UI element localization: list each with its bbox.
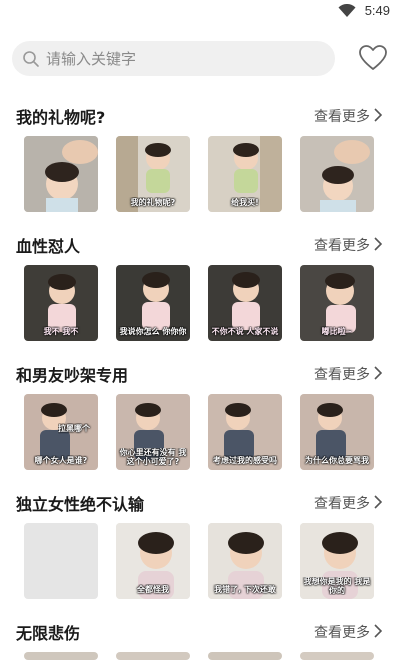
sticker-caption: 我错了, 下次还敢 [214,585,276,594]
sticker-caption: 我的礼物呢? [130,198,176,207]
view-more-link[interactable]: 查看更多 [314,493,370,513]
wifi-icon [338,4,356,17]
search-row: 请输入关键字 [12,41,388,77]
chevron-right-icon[interactable] [373,495,382,509]
sticker-thumbnail[interactable]: 你心里还有没有 我这个小可爱了? [116,394,190,470]
thumbnail-row: 我的礼物呢? 给我买! [24,136,376,212]
sticker-thumbnail-placeholder[interactable] [24,523,98,599]
sticker-caption: 我说你怎么 你你你 [119,327,187,336]
view-more-link[interactable]: 查看更多 [314,106,370,126]
sticker-caption: 考虑过我的感受吗 [213,456,277,465]
sticker-caption: 给我买! [231,198,259,207]
sticker-thumbnail[interactable]: 为什么你总要骂我 [300,394,374,470]
section-title: 无限悲伤 [16,624,81,643]
sticker-thumbnail[interactable]: 拉黑哪个 哪个女人是谁? [24,394,98,470]
sticker-thumbnail[interactable] [116,652,190,660]
sticker-thumbnail[interactable]: 我说你怎么 你你你 [116,265,190,341]
chevron-right-icon[interactable] [373,624,382,638]
view-more-link[interactable]: 查看更多 [314,622,370,642]
search-input[interactable]: 请输入关键字 [46,48,136,69]
sticker-thumbnail[interactable]: 不你不说 人家不说 [208,265,282,341]
sticker-thumbnail[interactable]: 考虑过我的感受吗 [208,394,282,470]
heart-icon[interactable] [358,44,388,72]
chevron-right-icon[interactable] [373,108,382,122]
status-time: 5:49 [364,3,390,18]
sticker-thumbnail[interactable] [300,136,374,212]
sticker-thumbnail[interactable]: 嘟比啦~ [300,265,374,341]
search-box[interactable]: 请输入关键字 [12,41,335,76]
sticker-caption: 你心里还有没有 我这个小可爱了? [119,448,187,466]
sticker-caption: 我不 我不 [43,327,79,336]
sticker-thumbnail[interactable]: 全都怪我 [116,523,190,599]
section-title: 我的礼物呢? [16,108,106,127]
sticker-thumbnail[interactable]: 我想你是我的 我是你的 [300,523,374,599]
view-more-link[interactable]: 查看更多 [314,364,370,384]
thumbnail-row: 拉黑哪个 哪个女人是谁? 你心里还有没有 我这个小可爱了? 考虑过我的感受吗 为… [24,394,376,470]
sticker-caption: 嘟比啦~ [321,327,353,336]
view-more-link[interactable]: 查看更多 [314,235,370,255]
sticker-thumbnail[interactable]: 我不 我不 [24,265,98,341]
sticker-thumbnail[interactable]: 我的礼物呢? [116,136,190,212]
sticker-thumbnail[interactable] [300,652,374,660]
thumbnail-row: 我不 我不 我说你怎么 你你你 不你不说 人家不说 嘟比啦~ [24,265,376,341]
thumbnail-row: 全都怪我 我错了, 下次还敢 我想你是我的 我是你的 [24,523,376,599]
thumbnail-row [24,652,376,660]
search-icon [23,50,39,67]
sticker-thumbnail[interactable]: 我错了, 下次还敢 [208,523,282,599]
section-title: 血性怼人 [16,237,81,256]
section-title: 和男友吵架专用 [16,366,129,385]
chevron-right-icon[interactable] [373,366,382,380]
section-title: 独立女性绝不认输 [16,495,145,514]
status-bar: 5:49 [0,0,400,24]
sticker-thumbnail[interactable]: 给我买! [208,136,282,212]
sticker-thumbnail[interactable] [24,136,98,212]
sticker-caption: 全都怪我 [137,585,169,594]
sticker-thumbnail[interactable] [208,652,282,660]
sticker-thumbnail[interactable] [24,652,98,660]
sticker-caption: 我想你是我的 我是你的 [303,577,371,595]
sticker-caption-top: 拉黑哪个 [58,424,90,433]
sticker-caption: 哪个女人是谁? [34,456,88,465]
sticker-caption: 不你不说 人家不说 [211,327,279,336]
chevron-right-icon[interactable] [373,237,382,251]
sticker-caption: 为什么你总要骂我 [305,456,369,465]
